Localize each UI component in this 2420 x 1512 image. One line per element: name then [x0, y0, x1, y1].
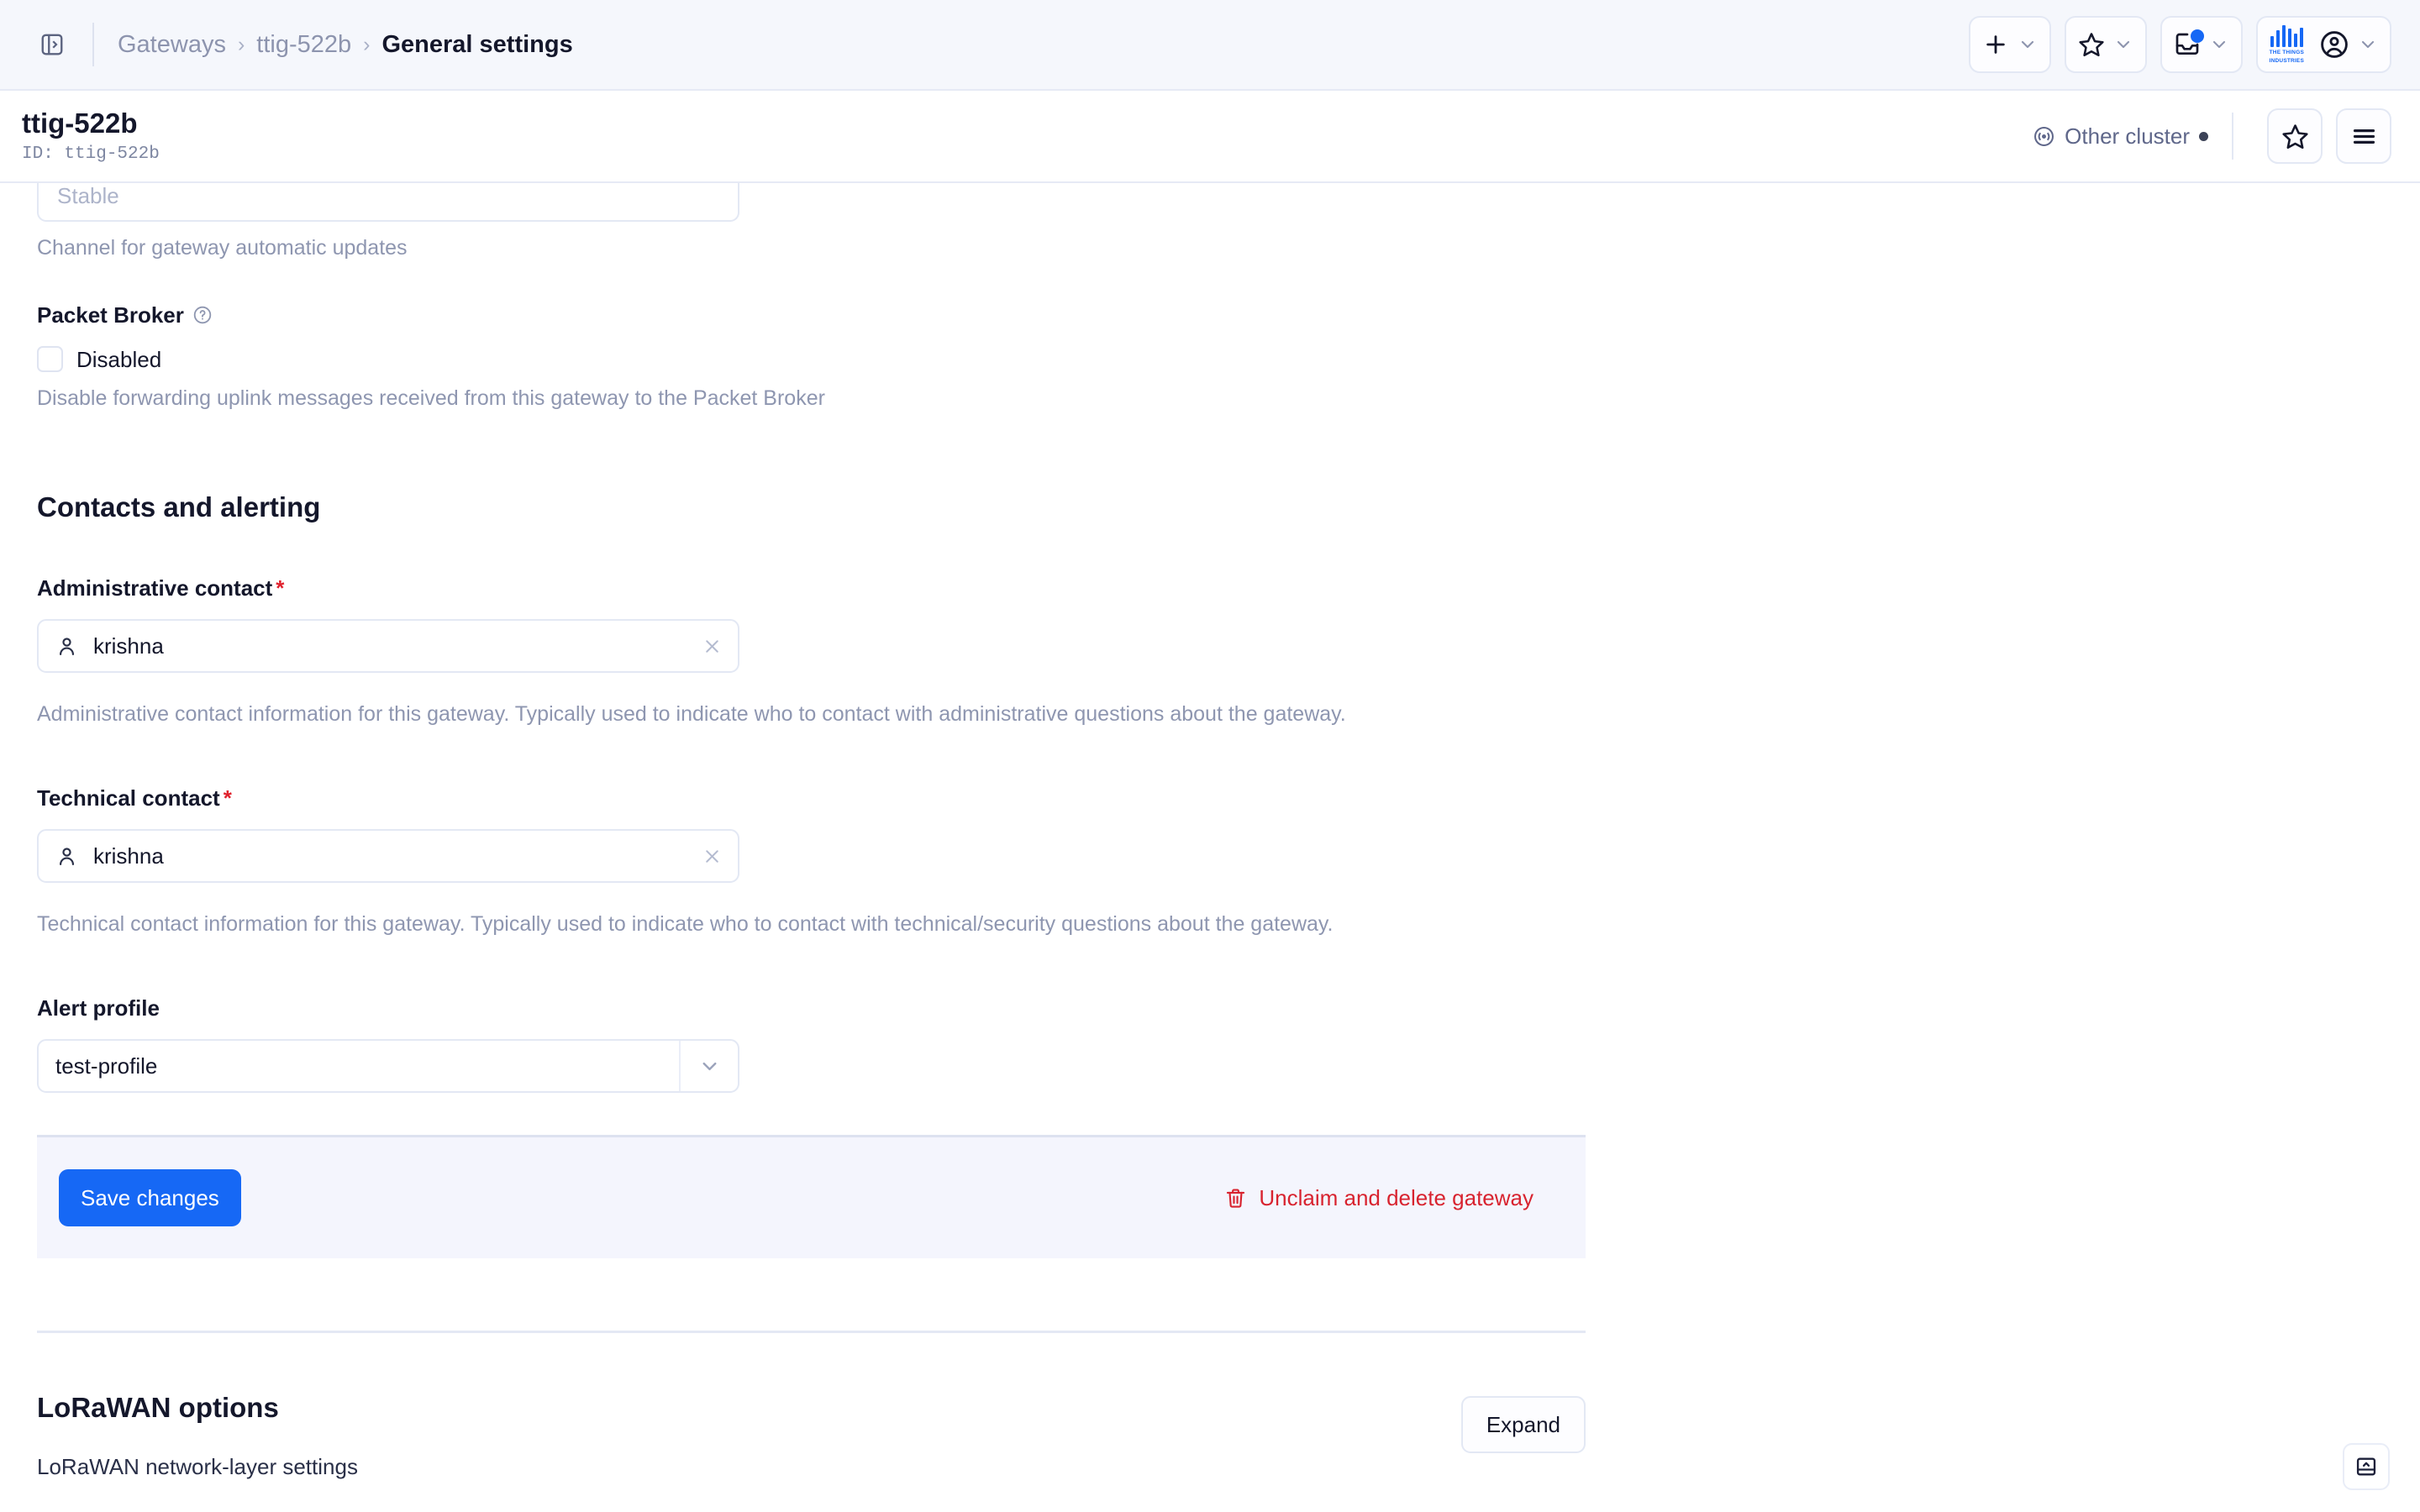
unclaim-delete-gateway-label: Unclaim and delete gateway: [1259, 1184, 1534, 1210]
bookmark-toggle-button[interactable]: [2267, 108, 2323, 164]
topbar-divider: [92, 23, 94, 66]
star-icon: [2078, 31, 2105, 58]
packet-broker-help: Disable forwarding uplink messages recei…: [37, 386, 825, 410]
contacts-section-title: Contacts and alerting: [37, 491, 321, 522]
form-column: Stable Channel for gateway automatic upd…: [37, 183, 1586, 1479]
user-circle-icon: [2319, 29, 2349, 60]
chevron-down-icon[interactable]: [679, 1041, 738, 1091]
chevron-down-icon: [2358, 34, 2378, 55]
cluster-indicator[interactable]: Other cluster: [2033, 123, 2208, 150]
close-icon[interactable]: [702, 846, 723, 867]
update-channel-input[interactable]: Stable: [37, 183, 739, 222]
breadcrumb-separator: ›: [237, 32, 245, 56]
hamburger-icon: [2350, 123, 2378, 150]
technical-contact-label: Technical contact *: [37, 785, 1586, 811]
notification-badge: [2190, 29, 2204, 43]
breadcrumb-item-current: General settings: [381, 30, 573, 58]
technical-contact-input[interactable]: krishna: [37, 829, 739, 883]
person-icon: [55, 635, 78, 658]
chevron-down-icon: [2209, 34, 2229, 55]
packet-broker-label: Packet Broker: [37, 302, 1586, 328]
tti-logo-bars: [2270, 25, 2304, 47]
administrative-contact-label: Administrative contact *: [37, 575, 1586, 601]
tti-logo: THE THINGS INDUSTRIES: [2270, 25, 2304, 64]
cluster-label: Other cluster: [2065, 123, 2190, 149]
cluster-status-dot: [2199, 131, 2208, 141]
plus-icon: [1982, 31, 2009, 58]
breadcrumb: Gateways › ttig-522b › General settings: [118, 31, 573, 59]
update-channel-placeholder: Stable: [57, 183, 119, 208]
top-bar: Gateways › ttig-522b › General settings: [0, 0, 2420, 91]
page-entity-id: ID: ttig-522b: [22, 144, 160, 164]
page-title: ttig-522b: [22, 107, 138, 139]
account-menu-button[interactable]: THE THINGS INDUSTRIES: [2255, 16, 2391, 73]
chevron-down-icon: [2018, 34, 2038, 55]
person-icon: [55, 845, 78, 868]
alert-profile-value: test-profile: [55, 1053, 158, 1079]
packet-broker-disabled-checkbox[interactable]: [37, 346, 63, 372]
lorawan-options-subtitle: LoRaWAN network-layer settings: [37, 1454, 358, 1479]
lorawan-expand-button[interactable]: Expand: [1460, 1396, 1586, 1453]
tti-logo-line1: THE THINGS: [2269, 50, 2304, 55]
update-channel-help: Channel for gateway automatic updates: [37, 236, 408, 260]
settings-form: Stable Channel for gateway automatic upd…: [0, 183, 2420, 1512]
form-action-bar: Save changes Unclaim and delete gateway: [37, 1135, 1586, 1258]
chevron-down-icon: [2113, 34, 2133, 55]
notifications-menu-button[interactable]: [2160, 16, 2243, 73]
star-icon: [2281, 123, 2309, 150]
sidebar-toggle-button[interactable]: [30, 23, 74, 66]
add-menu-button[interactable]: [1968, 16, 2051, 73]
administrative-contact-help: Administrative contact information for t…: [37, 702, 1346, 726]
technical-contact-help: Technical contact information for this g…: [37, 912, 1334, 936]
technical-contact-value: krishna: [93, 843, 164, 869]
lorawan-options-section: LoRaWAN options LoRaWAN network-layer se…: [37, 1333, 1586, 1479]
packet-broker-disabled-row[interactable]: Disabled: [37, 346, 1586, 372]
page-menu-button[interactable]: [2336, 108, 2391, 164]
breadcrumb-item-gateway-id[interactable]: ttig-522b: [256, 31, 351, 59]
save-changes-button[interactable]: Save changes: [59, 1169, 241, 1226]
alert-profile-label: Alert profile: [37, 995, 1586, 1021]
required-marker: *: [276, 575, 285, 601]
required-marker: *: [223, 785, 232, 811]
technical-contact-label-text: Technical contact: [37, 785, 220, 811]
administrative-contact-input[interactable]: krishna: [37, 619, 739, 673]
inbox-icon: [2174, 29, 2204, 58]
page-header: ttig-522b ID: ttig-522b Other cluster: [0, 91, 2420, 183]
administrative-contact-value: krishna: [93, 633, 164, 659]
page-title-block: ttig-522b ID: ttig-522b: [22, 108, 160, 165]
page-header-actions: Other cluster: [2033, 108, 2391, 164]
trash-icon: [1224, 1187, 1247, 1210]
broadcast-icon: [2033, 125, 2055, 148]
breadcrumb-item-gateways[interactable]: Gateways: [118, 31, 226, 59]
alert-profile-select[interactable]: test-profile: [37, 1039, 739, 1093]
packet-broker-label-text: Packet Broker: [37, 302, 184, 328]
lorawan-options-text: LoRaWAN options LoRaWAN network-layer se…: [37, 1392, 358, 1479]
administrative-contact-label-text: Administrative contact: [37, 575, 273, 601]
page-header-divider: [2232, 113, 2233, 160]
alert-profile-label-text: Alert profile: [37, 995, 160, 1021]
panel-up-icon: [2354, 1455, 2378, 1478]
bookmarks-menu-button[interactable]: [2064, 16, 2147, 73]
topbar-actions: THE THINGS INDUSTRIES: [1968, 16, 2391, 73]
close-icon[interactable]: [702, 636, 723, 657]
tti-logo-line2: INDUSTRIES: [2269, 58, 2304, 64]
question-circle-icon[interactable]: [192, 305, 213, 325]
unclaim-delete-gateway-button[interactable]: Unclaim and delete gateway: [1224, 1185, 1534, 1211]
expand-panel-button[interactable]: [2343, 1443, 2390, 1490]
breadcrumb-separator: ›: [363, 32, 371, 56]
lorawan-options-title: LoRaWAN options: [37, 1392, 279, 1423]
packet-broker-disabled-label: Disabled: [76, 346, 162, 372]
